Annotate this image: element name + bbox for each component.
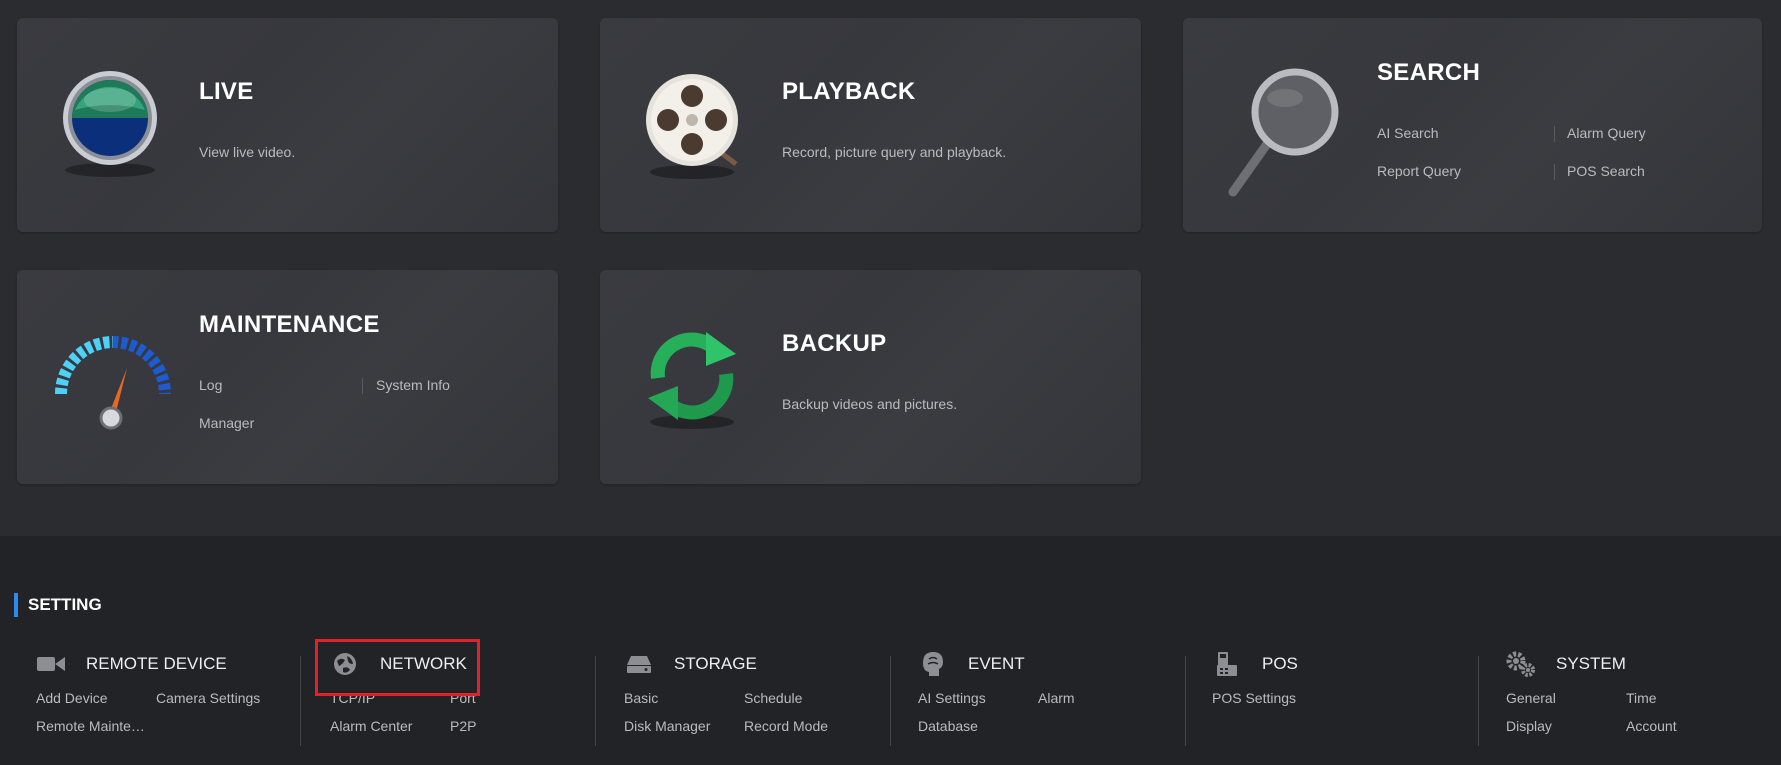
pos-search-link[interactable]: POS Search — [1567, 163, 1645, 179]
p2p-link[interactable]: P2P — [450, 718, 476, 734]
remote-device-title: REMOTE DEVICE — [86, 654, 227, 673]
search-title: SEARCH — [1377, 59, 1481, 86]
manager-link[interactable]: Manager — [199, 415, 254, 431]
network-highlight-box — [315, 639, 480, 696]
system-group: SYSTEM General Time Display Account — [1506, 648, 1766, 758]
pos-title: POS — [1262, 654, 1298, 673]
brain-icon — [918, 651, 948, 677]
event-group: EVENT AI Settings Alarm Database — [918, 648, 1178, 758]
remote-device-header[interactable]: REMOTE DEVICE — [36, 648, 227, 680]
setting-divider — [1185, 656, 1186, 746]
alarm-link[interactable]: Alarm — [1038, 690, 1075, 706]
backup-title: BACKUP — [782, 330, 887, 357]
backup-card[interactable]: BACKUP Backup videos and pictures. — [600, 270, 1141, 484]
setting-divider — [300, 656, 301, 746]
database-link[interactable]: Database — [918, 718, 978, 734]
alarm-center-link[interactable]: Alarm Center — [330, 718, 412, 734]
search-card[interactable]: SEARCH AI Search Alarm Query Report Quer… — [1183, 18, 1762, 232]
refresh-arrows-icon — [640, 324, 750, 439]
storage-group: STORAGE Basic Schedule Disk Manager Reco… — [624, 648, 884, 758]
backup-description: Backup videos and pictures. — [782, 396, 958, 412]
maintenance-card[interactable]: MAINTENANCE Log System Info Manager — [17, 270, 558, 484]
speedometer-icon — [51, 330, 171, 445]
event-header[interactable]: EVENT — [918, 648, 1025, 680]
basic-link[interactable]: Basic — [624, 690, 658, 706]
search-separator — [1554, 164, 1555, 180]
system-title: SYSTEM — [1556, 654, 1626, 673]
pos-settings-link[interactable]: POS Settings — [1212, 690, 1296, 706]
account-link[interactable]: Account — [1626, 718, 1677, 734]
camera-settings-link[interactable]: Camera Settings — [156, 690, 260, 706]
search-separator — [1554, 126, 1555, 142]
display-link[interactable]: Display — [1506, 718, 1552, 734]
system-info-link[interactable]: System Info — [376, 377, 450, 393]
disk-manager-link[interactable]: Disk Manager — [624, 718, 710, 734]
live-title: LIVE — [199, 78, 254, 105]
setting-heading: SETTING — [14, 593, 102, 617]
setting-panel: SETTING REMOTE DEVICE Add Device Camera … — [0, 536, 1781, 765]
pos-header[interactable]: POS — [1212, 648, 1298, 680]
setting-divider — [595, 656, 596, 746]
film-reel-icon — [640, 72, 750, 187]
storage-title: STORAGE — [674, 654, 757, 673]
gears-icon — [1506, 651, 1536, 677]
record-mode-link[interactable]: Record Mode — [744, 718, 828, 734]
playback-description: Record, picture query and playback. — [782, 144, 1007, 160]
system-header[interactable]: SYSTEM — [1506, 648, 1626, 680]
playback-card[interactable]: PLAYBACK Record, picture query and playb… — [600, 18, 1141, 232]
ai-search-link[interactable]: AI Search — [1377, 125, 1438, 141]
add-device-link[interactable]: Add Device — [36, 690, 108, 706]
ai-settings-link[interactable]: AI Settings — [918, 690, 986, 706]
live-card[interactable]: LIVE View live video. — [17, 18, 558, 232]
magnifier-icon — [1223, 60, 1343, 205]
remote-device-group: REMOTE DEVICE Add Device Camera Settings… — [36, 648, 296, 758]
schedule-link[interactable]: Schedule — [744, 690, 802, 706]
setting-divider — [890, 656, 891, 746]
event-title: EVENT — [968, 654, 1025, 673]
live-description: View live video. — [199, 144, 296, 160]
general-link[interactable]: General — [1506, 690, 1556, 706]
playback-title: PLAYBACK — [782, 78, 916, 105]
pos-group: POS POS Settings — [1212, 648, 1472, 758]
time-link[interactable]: Time — [1626, 690, 1657, 706]
maintenance-separator — [362, 378, 363, 394]
live-globe-icon — [55, 70, 165, 185]
alarm-query-link[interactable]: Alarm Query — [1567, 125, 1646, 141]
log-link[interactable]: Log — [199, 377, 222, 393]
storage-header[interactable]: STORAGE — [624, 648, 757, 680]
hdd-icon — [624, 651, 654, 677]
setting-divider — [1478, 656, 1479, 746]
pos-terminal-icon — [1212, 651, 1242, 677]
camera-icon — [36, 651, 66, 677]
remote-maintenance-link[interactable]: Remote Mainte… — [36, 718, 145, 734]
report-query-link[interactable]: Report Query — [1377, 163, 1461, 179]
maintenance-title: MAINTENANCE — [199, 311, 380, 338]
